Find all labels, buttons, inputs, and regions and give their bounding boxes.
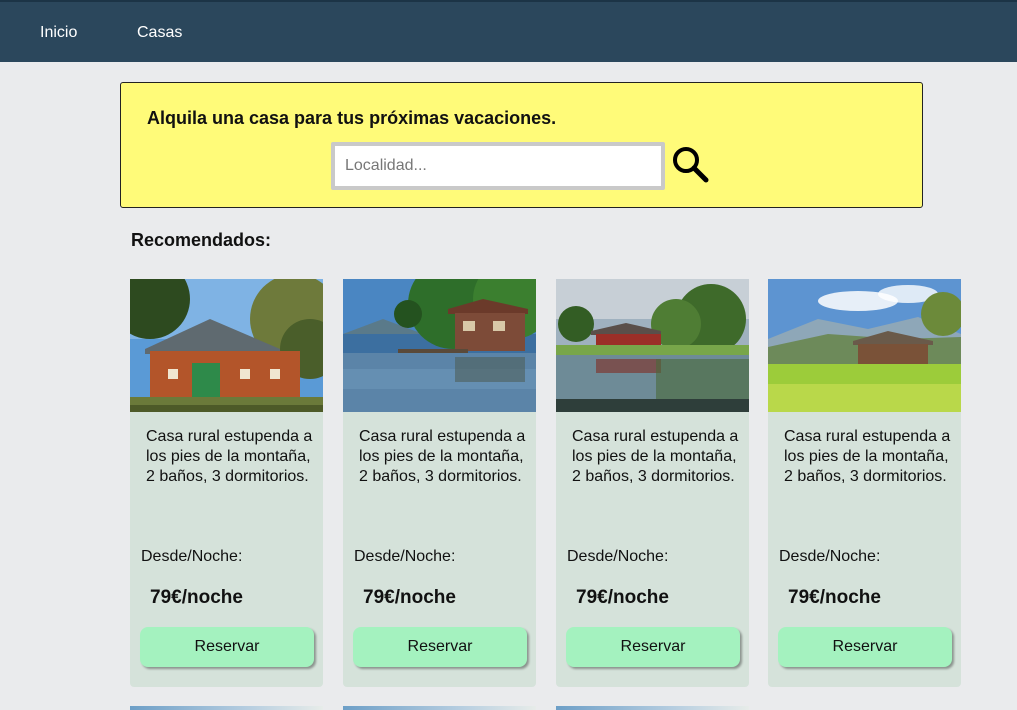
- card-price-label: Desde/Noche:: [354, 548, 456, 565]
- house-photo: [130, 279, 323, 412]
- card-description: Casa rural estupenda a los pies de la mo…: [572, 428, 739, 485]
- house-card: Casa rural estupenda a los pies de la mo…: [768, 279, 961, 687]
- card-price: 79€/noche: [788, 587, 881, 608]
- recommended-title: Recomendados:: [131, 230, 272, 250]
- card-price: 79€/noche: [576, 587, 669, 608]
- card-description: Casa rural estupenda a los pies de la mo…: [146, 428, 313, 485]
- location-search-input[interactable]: [331, 142, 665, 190]
- reserve-button[interactable]: Reservar: [778, 627, 952, 667]
- house-photo-partial: [556, 706, 749, 710]
- card-price-label: Desde/Noche:: [567, 548, 669, 565]
- house-card: Casa rural estupenda a los pies de la mo…: [343, 279, 536, 687]
- reserve-button[interactable]: Reservar: [353, 627, 527, 667]
- reserve-button[interactable]: Reservar: [566, 627, 740, 667]
- reserve-button[interactable]: Reservar: [140, 627, 314, 667]
- house-card: Casa rural estupenda a los pies de la mo…: [130, 279, 323, 687]
- top-navbar: Inicio Casas: [0, 0, 1017, 62]
- house-photo: [556, 279, 749, 412]
- card-price-label: Desde/Noche:: [779, 548, 881, 565]
- card-price: 79€/noche: [363, 587, 456, 608]
- card-price-label: Desde/Noche:: [141, 548, 243, 565]
- card-price: 79€/noche: [150, 587, 243, 608]
- search-button[interactable]: [671, 145, 711, 185]
- house-card: Casa rural estupenda a los pies de la mo…: [556, 279, 749, 687]
- card-description: Casa rural estupenda a los pies de la mo…: [784, 428, 951, 485]
- card-description: Casa rural estupenda a los pies de la mo…: [359, 428, 526, 485]
- nav-link-casas[interactable]: Casas: [137, 24, 182, 42]
- search-icon: [673, 147, 709, 183]
- house-photo: [768, 279, 961, 412]
- search-title: Alquila una casa para tus próximas vacac…: [147, 108, 557, 128]
- nav-link-inicio[interactable]: Inicio: [40, 24, 77, 42]
- search-banner: Alquila una casa para tus próximas vacac…: [120, 82, 923, 208]
- house-photo-partial: [130, 706, 323, 710]
- house-photo: [343, 279, 536, 412]
- house-photo-partial: [343, 706, 536, 710]
